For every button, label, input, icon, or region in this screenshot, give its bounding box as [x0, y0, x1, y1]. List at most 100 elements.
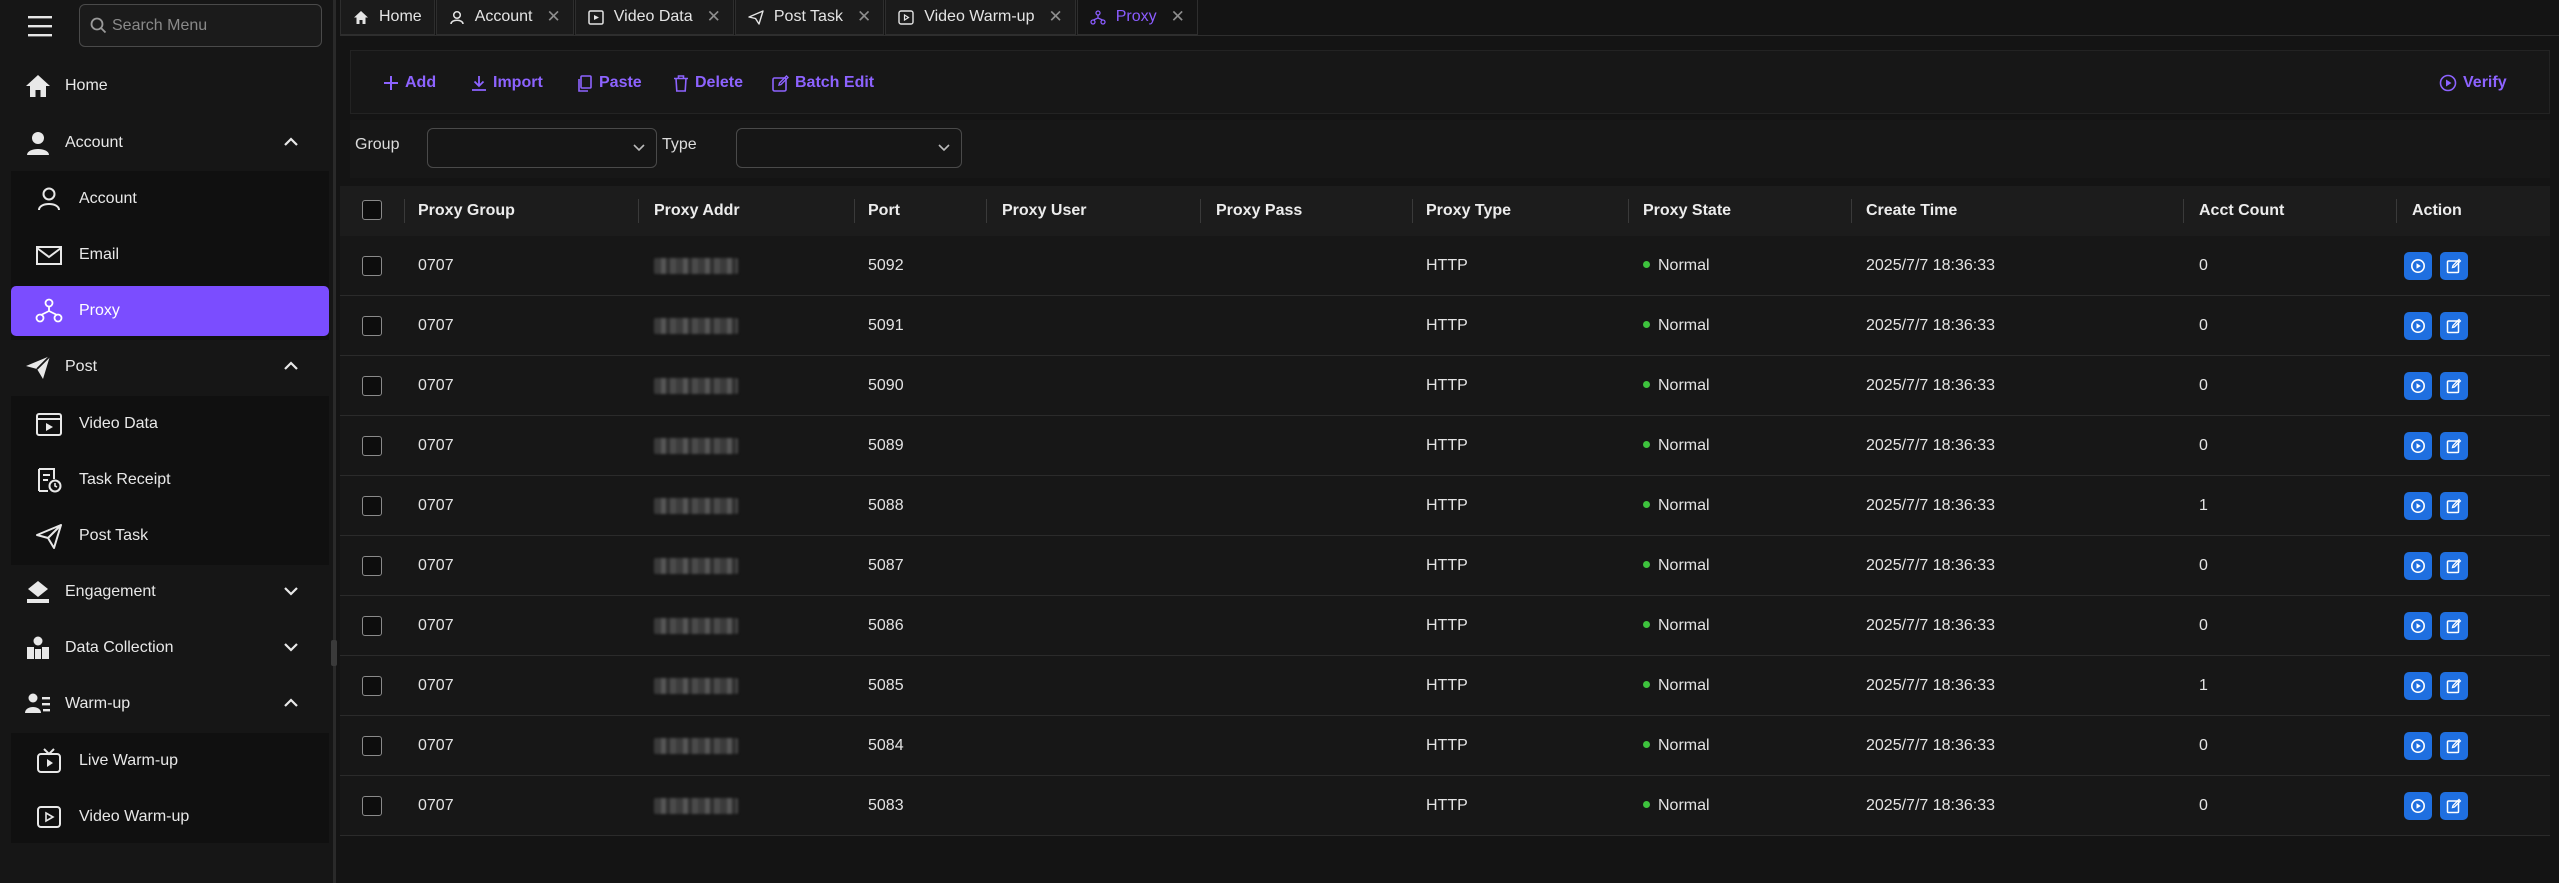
column-header-proxy-group[interactable]: Proxy Group — [418, 186, 515, 236]
sidebar-item-video-data[interactable]: Video Data — [11, 399, 329, 449]
cell-create-time: 2025/7/7 18:36:33 — [1866, 737, 1996, 754]
engagement-icon — [24, 579, 52, 605]
sidebar-item-account[interactable]: Account — [11, 174, 329, 224]
search-menu-input[interactable] — [112, 13, 312, 39]
sidebar-item-video-warm-up[interactable]: Video Warm-up — [11, 792, 329, 842]
search-icon — [90, 17, 107, 34]
sidebar-group-warm-up[interactable]: Warm-up — [11, 679, 329, 729]
row-checkbox[interactable] — [362, 436, 382, 456]
verify-row-button[interactable] — [2404, 312, 2432, 340]
verify-row-button[interactable] — [2404, 672, 2432, 700]
import-button[interactable]: Import — [471, 51, 543, 115]
row-checkbox[interactable] — [362, 316, 382, 336]
tab-post-task[interactable]: Post Task ✕ — [734, 0, 885, 35]
tab-proxy[interactable]: Proxy ✕ — [1076, 0, 1198, 35]
sidebar-group-engagement[interactable]: Engagement — [11, 567, 329, 617]
edit-row-button[interactable] — [2440, 432, 2468, 460]
status-dot — [1643, 501, 1650, 509]
cell-proxy-group: 0707 — [418, 437, 454, 454]
row-checkbox[interactable] — [362, 496, 382, 516]
sidebar-resize-handle[interactable] — [331, 640, 337, 666]
tab-home[interactable]: Home — [340, 0, 435, 35]
edit-row-button[interactable] — [2440, 252, 2468, 280]
close-icon[interactable]: ✕ — [1048, 7, 1062, 27]
verify-row-button[interactable] — [2404, 792, 2432, 820]
cell-proxy-addr-redacted — [654, 738, 738, 754]
row-checkbox[interactable] — [362, 256, 382, 276]
verify-row-button[interactable] — [2404, 252, 2432, 280]
column-header-proxy-state[interactable]: Proxy State — [1643, 186, 1731, 236]
sidebar-item-proxy[interactable]: Proxy — [11, 286, 329, 336]
edit-icon — [2446, 678, 2462, 694]
row-checkbox[interactable] — [362, 736, 382, 756]
tab-bar: Home Account ✕ Video Data ✕ Post Task ✕ … — [340, 0, 1199, 36]
cell-proxy-state-label: Normal — [1658, 737, 1710, 754]
group-filter-select[interactable] — [427, 128, 657, 168]
type-filter-select[interactable] — [736, 128, 962, 168]
row-checkbox[interactable] — [362, 796, 382, 816]
edit-row-button[interactable] — [2440, 492, 2468, 520]
verify-row-button[interactable] — [2404, 552, 2432, 580]
column-header-proxy-user[interactable]: Proxy User — [1002, 186, 1087, 236]
sidebar-item-email[interactable]: Email — [11, 230, 329, 280]
row-checkbox[interactable] — [362, 676, 382, 696]
close-icon[interactable]: ✕ — [857, 7, 871, 27]
column-header-create-time[interactable]: Create Time — [1866, 186, 1957, 236]
paste-icon — [577, 74, 599, 92]
tab-video-warm-up[interactable]: Video Warm-up ✕ — [885, 0, 1076, 35]
column-header-proxy-type[interactable]: Proxy Type — [1426, 186, 1511, 236]
close-icon[interactable]: ✕ — [547, 7, 561, 27]
column-header-proxy-addr[interactable]: Proxy Addr — [654, 186, 740, 236]
menu-toggle-icon[interactable] — [27, 13, 55, 39]
paste-button-label: Paste — [599, 74, 642, 91]
user-outline-icon — [35, 186, 63, 212]
add-button[interactable]: Add — [383, 51, 436, 115]
tab-label: Video Data — [613, 8, 693, 25]
verify-row-button[interactable] — [2404, 372, 2432, 400]
edit-row-button[interactable] — [2440, 552, 2468, 580]
verify-row-button[interactable] — [2404, 432, 2432, 460]
cell-port: 5083 — [868, 797, 904, 814]
delete-button[interactable]: Delete — [673, 51, 743, 115]
row-checkbox[interactable] — [362, 616, 382, 636]
sidebar-group-data-collection[interactable]: Data Collection — [11, 623, 329, 673]
row-checkbox[interactable] — [362, 556, 382, 576]
edit-row-button[interactable] — [2440, 372, 2468, 400]
edit-row-button[interactable] — [2440, 732, 2468, 760]
sidebar-item-live-warm-up[interactable]: Live Warm-up — [11, 736, 329, 786]
verify-row-button[interactable] — [2404, 732, 2432, 760]
verify-button[interactable]: Verify — [2439, 51, 2507, 115]
column-header-proxy-pass[interactable]: Proxy Pass — [1216, 186, 1302, 236]
sidebar-item-label: Video Data — [79, 415, 158, 432]
edit-row-button[interactable] — [2440, 792, 2468, 820]
edit-icon — [2446, 378, 2462, 394]
row-checkbox[interactable] — [362, 376, 382, 396]
close-icon[interactable]: ✕ — [1171, 7, 1185, 27]
cell-port: 5091 — [868, 317, 904, 334]
tab-account[interactable]: Account ✕ — [435, 0, 574, 35]
sidebar-item-post-task[interactable]: Post Task — [11, 511, 329, 561]
column-header-acct-count[interactable]: Acct Count — [2199, 186, 2284, 236]
sidebar-group-post[interactable]: Post — [11, 342, 329, 392]
chevron-down-icon — [937, 143, 951, 153]
verify-row-button[interactable] — [2404, 612, 2432, 640]
column-header-port[interactable]: Port — [868, 186, 900, 236]
delete-button-label: Delete — [695, 74, 744, 91]
edit-icon — [2446, 258, 2462, 274]
cell-acct-count: 1 — [2199, 677, 2208, 694]
close-icon[interactable]: ✕ — [707, 7, 721, 27]
search-menu-box[interactable] — [79, 4, 322, 47]
edit-row-button[interactable] — [2440, 612, 2468, 640]
select-all-checkbox[interactable] — [362, 200, 382, 220]
sidebar-item-task-receipt[interactable]: Task Receipt — [11, 455, 329, 505]
verify-row-button[interactable] — [2404, 492, 2432, 520]
video-play-icon — [35, 804, 63, 830]
tab-video-data[interactable]: Video Data ✕ — [574, 0, 734, 35]
sidebar-item-home[interactable]: Home — [11, 61, 329, 111]
sidebar-group-account[interactable]: Account — [11, 118, 329, 168]
edit-row-button[interactable] — [2440, 672, 2468, 700]
edit-row-button[interactable] — [2440, 312, 2468, 340]
paste-button[interactable]: Paste — [577, 51, 642, 115]
cell-proxy-group: 0707 — [418, 617, 454, 634]
batch-edit-button[interactable]: Batch Edit — [772, 51, 874, 115]
